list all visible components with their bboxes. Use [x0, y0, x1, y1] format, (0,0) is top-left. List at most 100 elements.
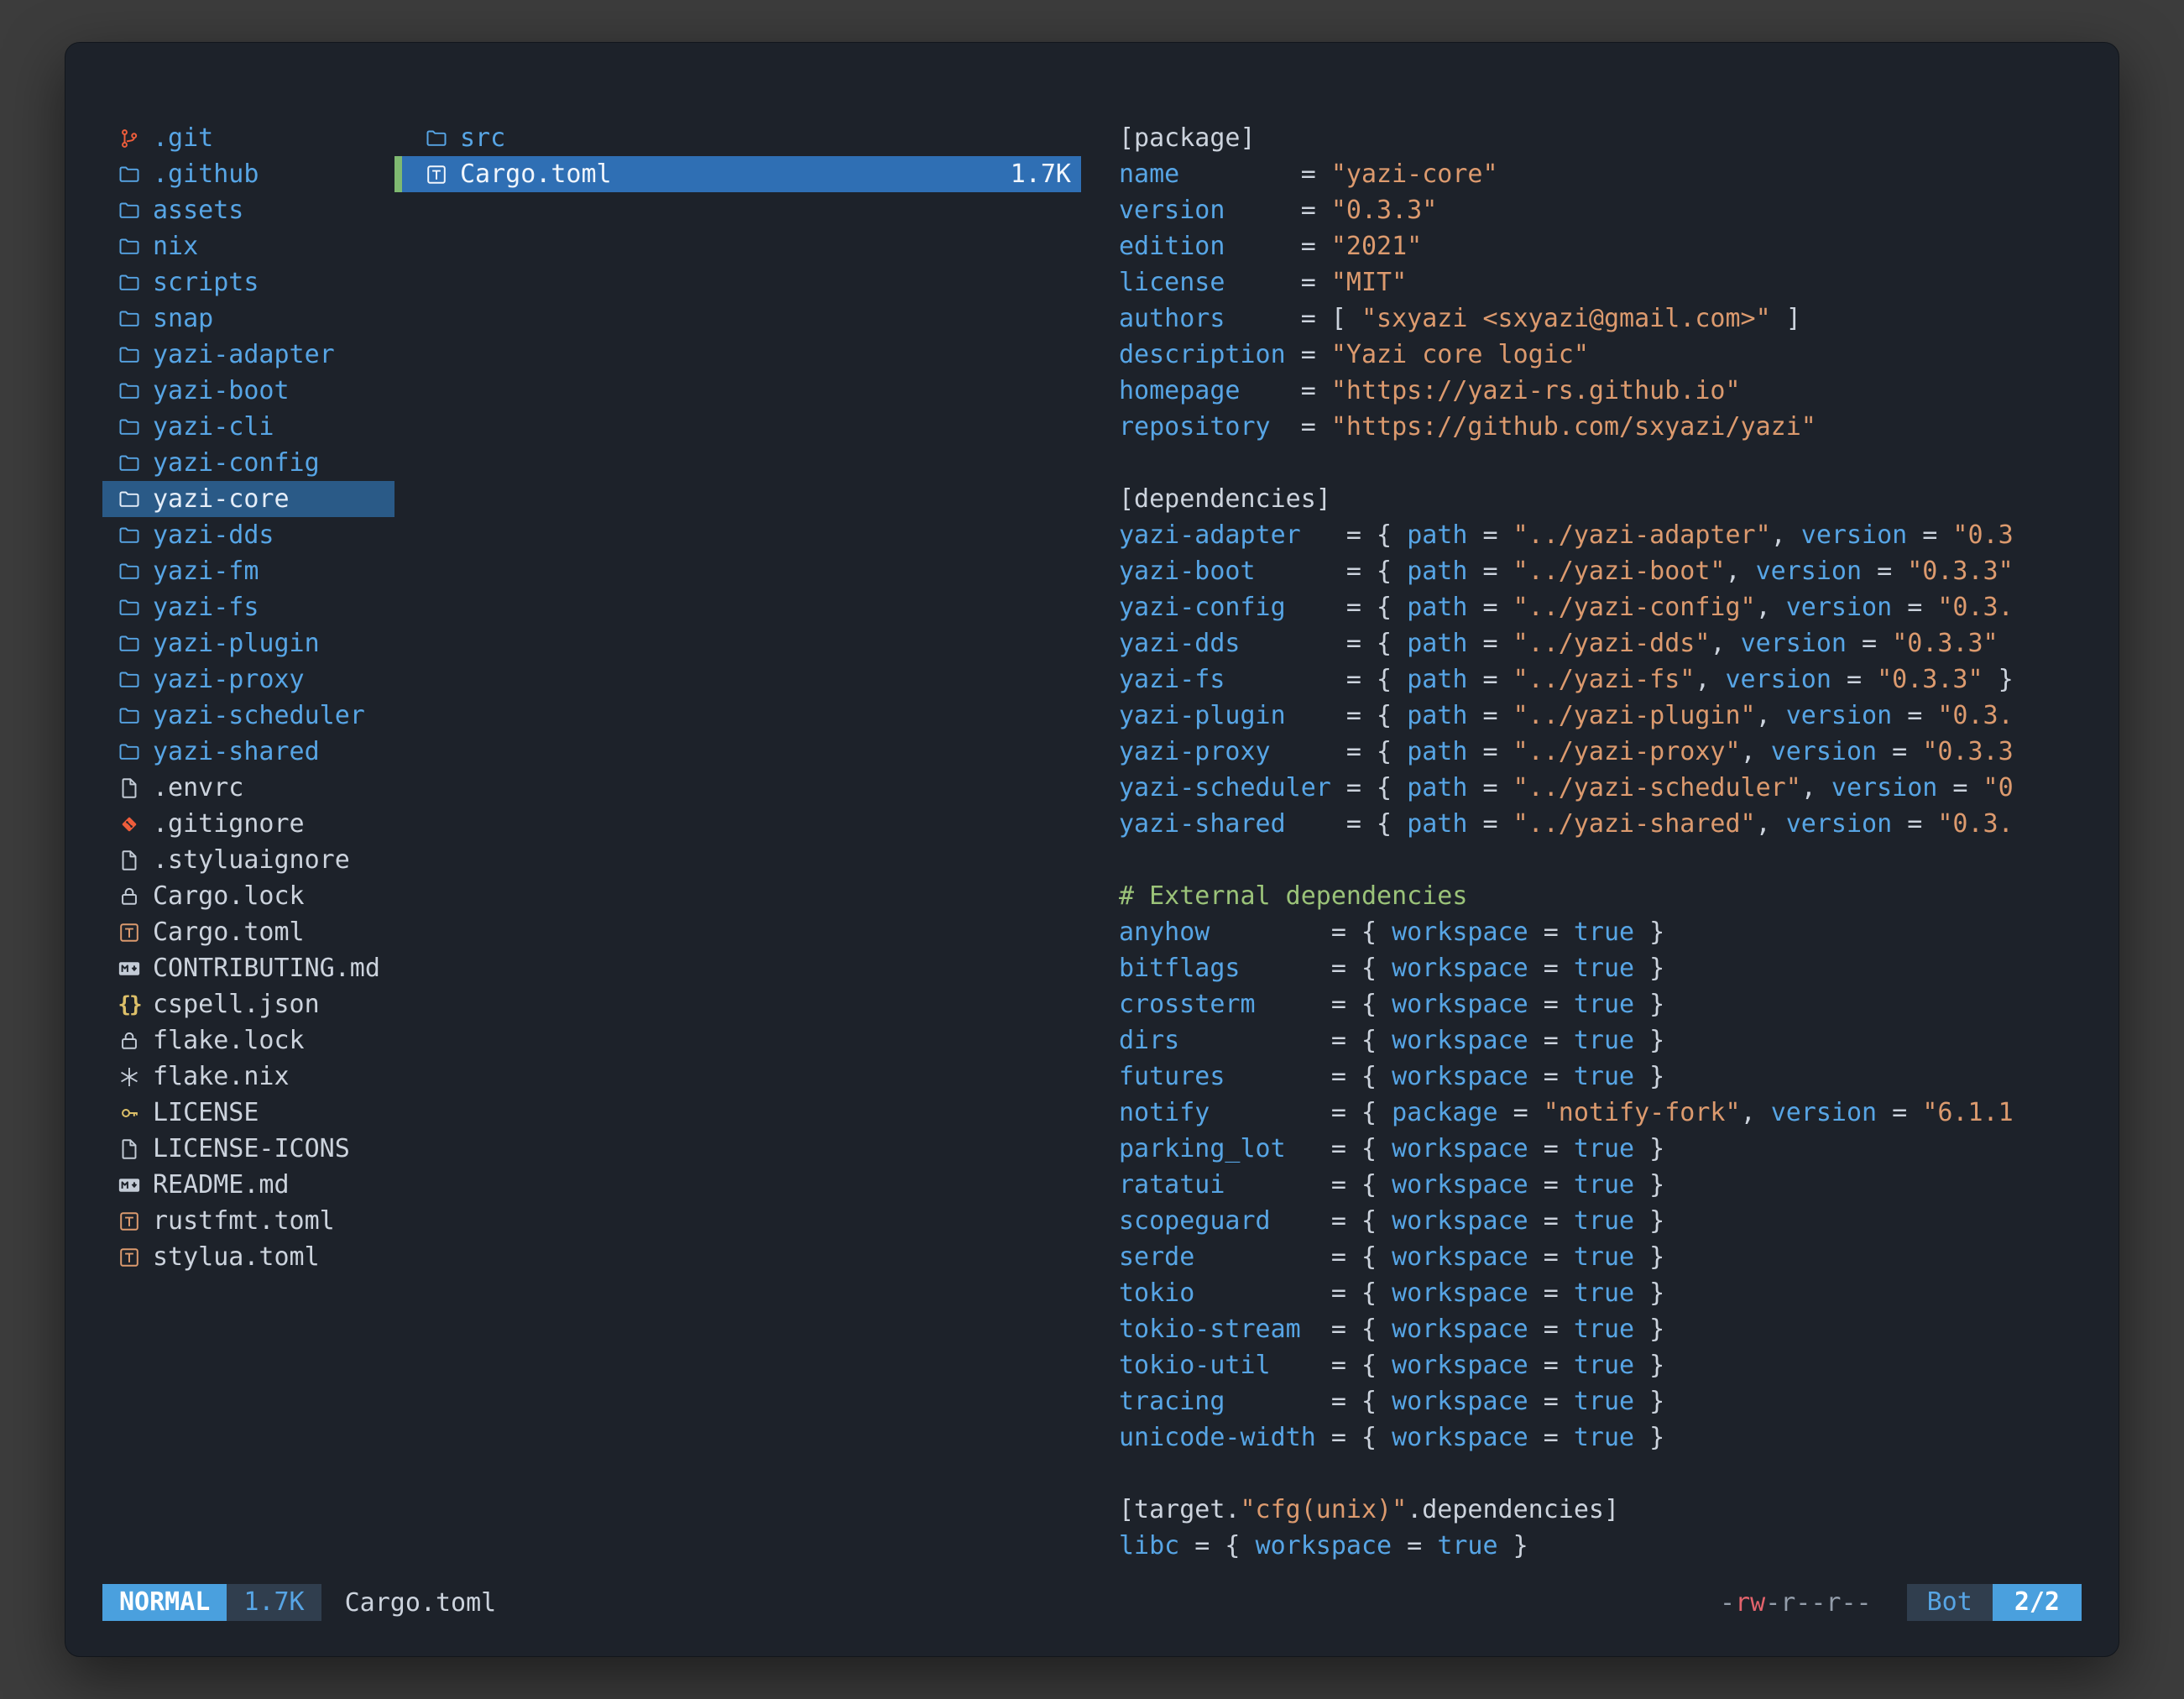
parent-row-nix[interactable]: nix — [102, 228, 394, 264]
lock-icon — [116, 1027, 143, 1054]
parent-row-.styluaignore[interactable]: .styluaignore — [102, 842, 394, 878]
file-name: yazi-proxy — [153, 665, 305, 694]
preview-line: name = "yazi-core" — [1119, 156, 2082, 192]
parent-row-.gitignore[interactable]: .gitignore — [102, 806, 394, 842]
file-name: flake.nix — [153, 1062, 290, 1091]
folder-icon — [116, 342, 143, 369]
parent-row-assets[interactable]: assets — [102, 192, 394, 228]
file-icon — [116, 847, 143, 874]
parent-row-yazi-dds[interactable]: yazi-dds — [102, 517, 394, 553]
file-name: flake.lock — [153, 1026, 305, 1055]
parent-row-CONTRIBUTING.md[interactable]: CONTRIBUTING.md — [102, 950, 394, 986]
folder-icon — [116, 378, 143, 405]
preview-line: bitflags = { workspace = true } — [1119, 950, 2082, 986]
parent-row-yazi-proxy[interactable]: yazi-proxy — [102, 661, 394, 698]
file-name: Cargo.toml — [460, 159, 612, 189]
preview-line: anyhow = { workspace = true } — [1119, 914, 2082, 950]
file-name: LICENSE-ICONS — [153, 1134, 350, 1163]
preview-line: crossterm = { workspace = true } — [1119, 986, 2082, 1022]
parent-row-yazi-cli[interactable]: yazi-cli — [102, 409, 394, 445]
parent-row-README.md[interactable]: README.md — [102, 1167, 394, 1203]
parent-row-yazi-config[interactable]: yazi-config — [102, 445, 394, 481]
preview-line: [target."cfg(unix)".dependencies] — [1119, 1492, 2082, 1528]
file-name: yazi-shared — [153, 737, 320, 766]
preview-line: repository = "https://github.com/sxyazi/… — [1119, 409, 2082, 445]
parent-row-rustfmt.toml[interactable]: rustfmt.toml — [102, 1203, 394, 1239]
json-icon: {} — [116, 991, 143, 1018]
file-name: yazi-fs — [153, 593, 259, 622]
file-name: snap — [153, 304, 213, 333]
file-name: yazi-core — [153, 484, 290, 514]
file-name: nix — [153, 232, 198, 261]
folder-icon — [116, 486, 143, 513]
license-icon — [116, 1100, 143, 1127]
file-manager-panels: .git.githubassets nix scripts snap yazi-adap… — [102, 120, 2082, 1584]
position-label-badge: Bot — [1907, 1584, 1993, 1621]
folder-icon — [116, 522, 143, 549]
parent-row-.envrc[interactable]: .envrc — [102, 770, 394, 806]
parent-row-yazi-shared[interactable]: yazi-shared — [102, 734, 394, 770]
preview-line: authors = [ "sxyazi <sxyazi@gmail.com>" … — [1119, 301, 2082, 337]
parent-row-scripts[interactable]: scripts — [102, 264, 394, 301]
preview-line: [package] — [1119, 120, 2082, 156]
file-name: rustfmt.toml — [153, 1206, 335, 1236]
preview-line: [dependencies] — [1119, 481, 2082, 517]
parent-row-yazi-fs[interactable]: yazi-fs — [102, 589, 394, 625]
folder-icon — [116, 450, 143, 477]
file-name: .git — [153, 123, 213, 153]
toml-icon — [116, 1208, 143, 1235]
preview-line: parking_lot = { workspace = true } — [1119, 1131, 2082, 1167]
file-name: .styluaignore — [153, 845, 350, 875]
parent-row-cspell.json[interactable]: {} cspell.json — [102, 986, 394, 1022]
folder-icon — [116, 667, 143, 693]
parent-row-yazi-adapter[interactable]: yazi-adapter — [102, 337, 394, 373]
preview-line: tokio = { workspace = true } — [1119, 1275, 2082, 1311]
preview-line: # External dependencies — [1119, 878, 2082, 914]
hover-marker — [394, 156, 402, 192]
file-name: Cargo.lock — [153, 881, 305, 911]
file-name: yazi-dds — [153, 520, 274, 550]
file-permissions: -rw-r--r-- — [1720, 1588, 1872, 1618]
parent-row-LICENSE-ICONS[interactable]: LICENSE-ICONS — [102, 1131, 394, 1167]
file-size-badge: 1.7K — [227, 1584, 321, 1621]
preview-line: yazi-shared = { path = "../yazi-shared",… — [1119, 806, 2082, 842]
file-name: cspell.json — [153, 990, 320, 1019]
current-row-Cargo.toml[interactable]: Cargo.toml1.7K — [394, 156, 1081, 192]
preview-line: yazi-scheduler = { path = "../yazi-sched… — [1119, 770, 2082, 806]
parent-directory-panel: .git.githubassets nix scripts snap yazi-adap… — [102, 120, 394, 1275]
preview-line: license = "MIT" — [1119, 264, 2082, 301]
parent-row-.github[interactable]: .github — [102, 156, 394, 192]
preview-line: version = "0.3.3" — [1119, 192, 2082, 228]
parent-row-flake.nix[interactable]: flake.nix — [102, 1059, 394, 1095]
parent-row-yazi-fm[interactable]: yazi-fm — [102, 553, 394, 589]
preview-line: yazi-fs = { path = "../yazi-fs", version… — [1119, 661, 2082, 698]
parent-row-yazi-plugin[interactable]: yazi-plugin — [102, 625, 394, 661]
folder-icon — [116, 306, 143, 332]
preview-line — [1119, 445, 2082, 481]
current-row-src[interactable]: src — [394, 120, 1081, 156]
parent-row-Cargo.lock[interactable]: Cargo.lock — [102, 878, 394, 914]
preview-line: scopeguard = { workspace = true } — [1119, 1203, 2082, 1239]
parent-row-yazi-boot[interactable]: yazi-boot — [102, 373, 394, 409]
parent-row-flake.lock[interactable]: flake.lock — [102, 1022, 394, 1059]
preview-line: yazi-config = { path = "../yazi-config",… — [1119, 589, 2082, 625]
parent-row-LICENSE[interactable]: LICENSE — [102, 1095, 394, 1131]
parent-row-yazi-core[interactable]: yazi-core — [102, 481, 394, 517]
parent-row-.git[interactable]: .git — [102, 120, 394, 156]
parent-row-yazi-scheduler[interactable]: yazi-scheduler — [102, 698, 394, 734]
file-name: yazi-scheduler — [153, 701, 365, 730]
file-name: src — [460, 123, 505, 153]
parent-row-Cargo.toml[interactable]: Cargo.toml — [102, 914, 394, 950]
file-name: stylua.toml — [153, 1242, 320, 1272]
markdown-icon — [116, 1172, 143, 1199]
markdown-icon — [116, 955, 143, 982]
preview-line: dirs = { workspace = true } — [1119, 1022, 2082, 1059]
status-filename: Cargo.toml — [345, 1588, 497, 1618]
file-name: Cargo.toml — [153, 917, 305, 947]
parent-row-stylua.toml[interactable]: stylua.toml — [102, 1239, 394, 1275]
preview-line: yazi-boot = { path = "../yazi-boot", ver… — [1119, 553, 2082, 589]
parent-row-snap[interactable]: snap — [102, 301, 394, 337]
git-icon — [116, 811, 143, 838]
terminal-window: .git.githubassets nix scripts snap yazi-adap… — [65, 42, 2119, 1657]
status-bar: NORMAL 1.7K Cargo.toml -rw-r--r-- Bot 2/… — [102, 1584, 2082, 1621]
